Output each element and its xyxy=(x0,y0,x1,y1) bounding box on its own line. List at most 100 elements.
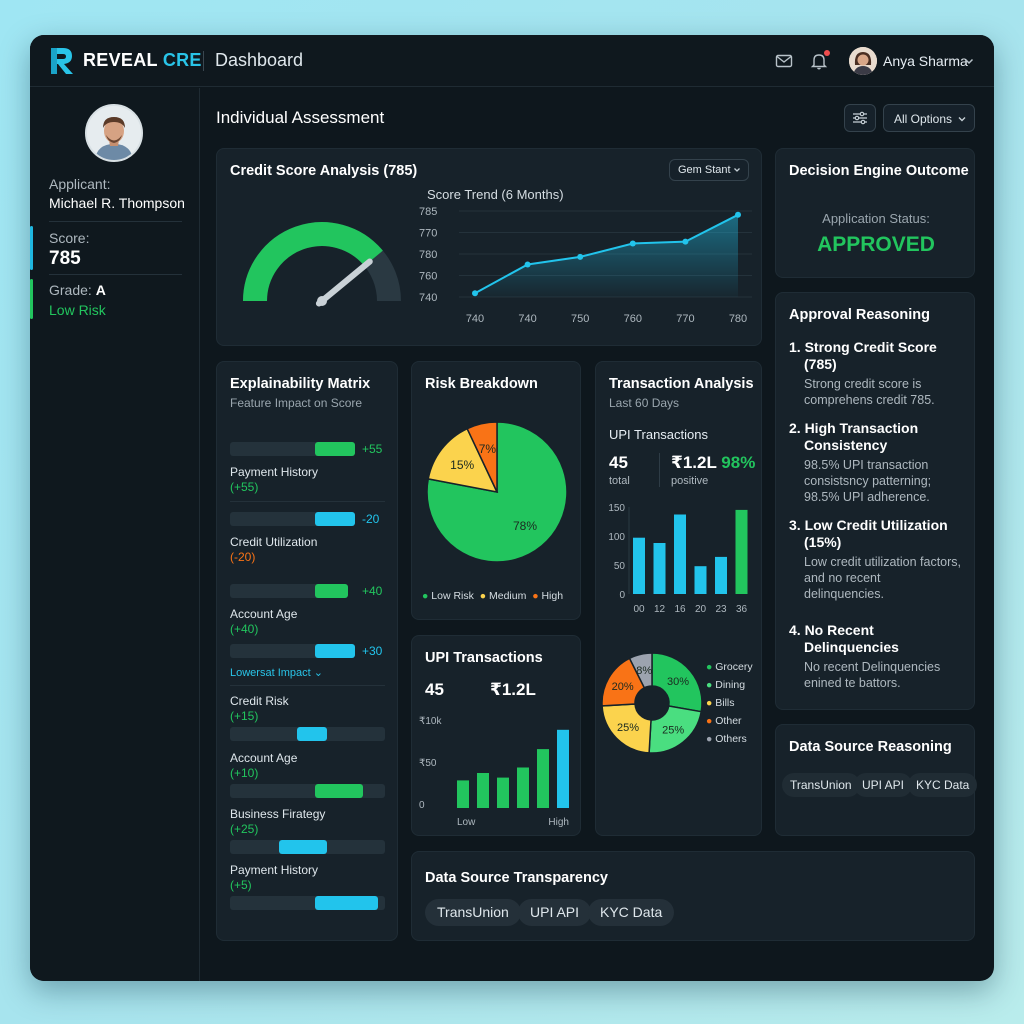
source-chip[interactable]: KYC Data xyxy=(908,773,978,797)
upi-label: UPI Transactions xyxy=(609,427,708,442)
decision-title: Decision Engine Outcome xyxy=(789,163,969,179)
impact-bar xyxy=(315,644,355,658)
spending-donut-chart: 30% 25% 25% 20%8% xyxy=(601,652,703,754)
txn-percent: 98% xyxy=(721,453,756,472)
y-tick-label: 740 xyxy=(419,292,437,304)
legend-dot: ● xyxy=(706,715,716,727)
source-chip[interactable]: UPI API xyxy=(854,773,913,797)
legend-label: High xyxy=(541,590,564,602)
spending-legend: ● Grocery ● Dining ● Bills ● Other ● Others xyxy=(706,658,753,748)
x-tick-label: 760 xyxy=(624,313,642,325)
logo-r-icon[interactable] xyxy=(48,46,76,76)
y-tick-label: 785 xyxy=(419,207,437,218)
legend-dot: ● xyxy=(479,590,487,602)
legend-label: Other xyxy=(715,715,742,727)
bar xyxy=(694,566,707,594)
reason-body: Low credit utilization factors, and no r… xyxy=(804,555,962,601)
user-avatar[interactable] xyxy=(849,47,877,75)
trend-point xyxy=(735,211,741,218)
filter-button[interactable] xyxy=(844,104,876,132)
legend-label: Bills xyxy=(715,697,735,709)
user-name[interactable]: Anya Sharma xyxy=(883,53,968,69)
feature-label: Account Age (+10) xyxy=(230,751,298,780)
period-dropdown[interactable]: Gem Stant xyxy=(669,159,749,181)
impact-bar xyxy=(315,784,363,798)
approval-card: Approval Reasoning 1. Strong Credit Scor… xyxy=(775,292,975,710)
bar xyxy=(674,514,686,594)
trend-title: Score Trend (6 Months) xyxy=(427,187,564,202)
y-tick-label: 50 xyxy=(614,561,626,572)
reason-title: 4. No Recent Delinquencies xyxy=(789,622,899,655)
top-bar: REVEAL CRE Dashboard Anya Sharma xyxy=(30,35,994,87)
bar xyxy=(537,749,549,808)
impact-bar xyxy=(315,584,348,598)
status-badge: APPROVED xyxy=(817,233,935,256)
score-value: 785 xyxy=(49,248,81,269)
legend-label: Low Risk xyxy=(431,590,474,602)
chevron-down-icon[interactable] xyxy=(963,55,975,67)
x-tick-label: 12 xyxy=(654,604,666,615)
transaction-card: Transaction Analysis Last 60 Days UPI Tr… xyxy=(595,361,762,836)
bar xyxy=(477,773,489,808)
legend-item: ● Dining xyxy=(706,676,753,694)
lower-impact-toggle[interactable]: Lowersat Impact ⌄ xyxy=(230,666,323,681)
section-title: Individual Assessment xyxy=(216,108,385,127)
risk-label: Low Risk xyxy=(49,302,106,318)
matrix-subtitle: Feature Impact on Score xyxy=(230,396,363,410)
explainability-card: Explainability Matrix Feature Impact on … xyxy=(216,361,398,941)
source-chip[interactable]: UPI API xyxy=(518,899,592,926)
slice-label: 25% xyxy=(662,725,684,737)
bar xyxy=(633,537,645,594)
slice-label: 25% xyxy=(617,722,639,734)
legend-dot: ● xyxy=(532,590,539,602)
legend-dot: ● xyxy=(706,733,716,745)
y-tick-label: 150 xyxy=(608,503,625,514)
reason-title: 1. Strong Credit Score (785) xyxy=(789,339,937,372)
x-tick-label: 20 xyxy=(695,604,707,615)
reason-item: 1. Strong Credit Score (785) Strong credi… xyxy=(789,339,961,408)
mail-icon[interactable] xyxy=(775,52,793,70)
trend-point xyxy=(524,261,531,268)
sidebar: Applicant: Michael R. Thompson Score: 78… xyxy=(30,88,200,981)
impact-bar xyxy=(279,840,327,854)
slice-label: 8% xyxy=(636,665,652,677)
legend-label: Others xyxy=(715,733,747,745)
reason-item: 3. Low Credit Utilization (15%) Low credi… xyxy=(789,517,961,602)
data-source-reasoning-title: Data Source Reasoning xyxy=(789,739,952,755)
legend-dot: ● xyxy=(706,697,716,709)
all-options-dropdown[interactable]: All Options xyxy=(883,104,975,132)
source-chip[interactable]: TransUnion xyxy=(782,773,860,797)
source-chip[interactable]: KYC Data xyxy=(588,899,675,926)
x-tick-label: 00 xyxy=(633,604,645,615)
feature-label: Payment History (+55) xyxy=(230,465,319,494)
transaction-subtitle: Last 60 Days xyxy=(609,396,680,410)
approval-title: Approval Reasoning xyxy=(789,307,930,323)
legend-item: ● Other xyxy=(706,712,753,730)
legend-label: Medium xyxy=(488,590,527,602)
slice-label: 20% xyxy=(612,681,634,693)
upi-bar-chart: ₹10k ₹50 0 Low High xyxy=(419,716,569,828)
transaction-bar-chart: 15010050000 12 16 20 23 36 xyxy=(608,503,748,615)
score-gauge xyxy=(243,222,401,307)
x-tick-label: 750 xyxy=(571,313,589,325)
trend-point xyxy=(682,238,689,245)
legend-dot: ● xyxy=(422,590,429,602)
upi-count: 45 xyxy=(425,680,444,699)
divider xyxy=(49,221,182,222)
applicant-name: Michael R. Thompson xyxy=(49,195,185,211)
reason-item: 2. High Transaction Consistency 98.5% UPI… xyxy=(789,420,961,505)
matrix-title: Explainability Matrix xyxy=(230,376,371,392)
bar xyxy=(457,780,469,808)
divider xyxy=(230,501,385,502)
legend-dot: ● xyxy=(706,661,716,673)
bar xyxy=(517,767,529,808)
divider xyxy=(203,51,204,71)
x-tick-label: 740 xyxy=(518,313,536,325)
source-chip[interactable]: TransUnion xyxy=(425,899,521,926)
brand-name[interactable]: REVEAL CRE xyxy=(83,50,202,71)
bar xyxy=(735,509,748,594)
slice-label: 15% xyxy=(450,458,474,472)
legend-dot: ● xyxy=(706,679,716,691)
trend-point xyxy=(577,253,584,260)
divider xyxy=(659,453,660,487)
